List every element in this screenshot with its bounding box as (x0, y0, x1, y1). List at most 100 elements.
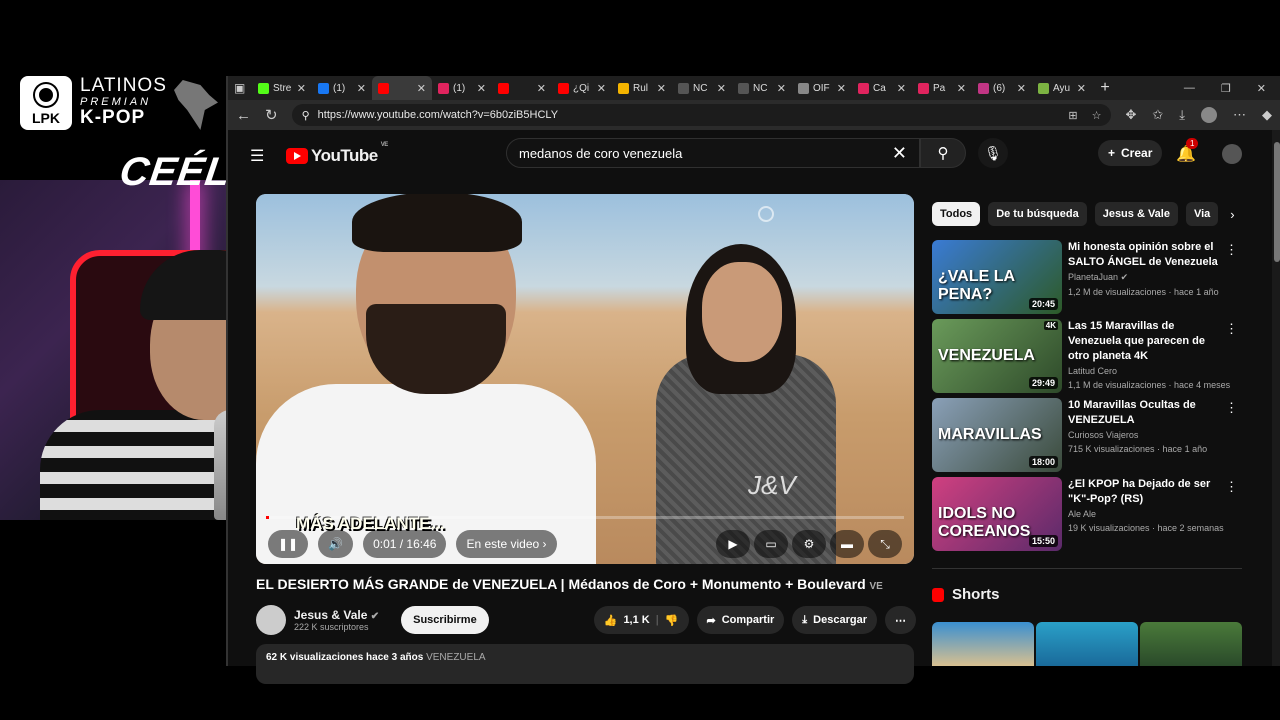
subscribe-button[interactable]: Suscribirme (401, 606, 489, 634)
back-icon[interactable]: ← (236, 107, 251, 124)
recommended-channel[interactable]: Curiosos Viajeros (1068, 430, 1228, 440)
recommended-video[interactable]: MARAVILLAS 18:00 10 Maravillas Ocultas de … (932, 398, 1242, 472)
browser-tab[interactable]: NC ✕ (732, 76, 792, 100)
youtube-logo[interactable]: YouTube VE (286, 142, 388, 166)
close-tab-icon[interactable]: ✕ (897, 82, 906, 95)
recommended-title[interactable]: 10 Maravillas Ocultas de VENEZUELA (1068, 398, 1228, 428)
close-tab-icon[interactable]: ✕ (537, 82, 546, 95)
download-button[interactable]: ⤓ Descargar (792, 606, 877, 634)
close-tab-icon[interactable]: ✕ (957, 82, 966, 95)
browser-tab[interactable]: ✕ (492, 76, 552, 100)
tab-actions-icon[interactable]: ▣ (234, 81, 252, 95)
hamburger-menu-icon[interactable]: ☰ (250, 146, 264, 166)
close-tab-icon[interactable]: ✕ (837, 82, 846, 95)
favorite-star-icon[interactable]: ☆ (1092, 109, 1102, 122)
site-info-icon[interactable]: ⚲ (302, 109, 310, 122)
recommended-title[interactable]: Mi honesta opinión sobre el SALTO ÁNGEL … (1068, 240, 1228, 270)
more-actions-button[interactable]: ⋯ (885, 606, 916, 634)
browser-tab[interactable]: ✕ (372, 76, 432, 100)
pause-button[interactable]: ❚❚ (268, 530, 309, 558)
create-button[interactable]: + Crear (1098, 140, 1163, 166)
short-thumbnail[interactable] (1140, 622, 1242, 666)
download-icon[interactable]: ⤓ (1179, 107, 1185, 123)
close-tab-icon[interactable]: ✕ (297, 82, 306, 95)
recommended-video[interactable]: VENEZUELA 4K 29:49 Las 15 Maravillas de Ven… (932, 319, 1242, 393)
extensions-icon[interactable]: ✥ (1125, 107, 1136, 123)
progress-bar[interactable] (266, 516, 904, 519)
browser-tab[interactable]: Ca ✕ (852, 76, 912, 100)
page-scrollbar[interactable] (1272, 130, 1280, 666)
close-tab-icon[interactable]: ✕ (1077, 82, 1086, 95)
browser-tab[interactable]: NC ✕ (672, 76, 732, 100)
filter-chip[interactable]: Todos (932, 202, 981, 226)
filter-chip[interactable]: Via (1185, 202, 1219, 226)
recommended-video[interactable]: IDOLS NO COREANOS 15:50 ¿El KPOP ha Dejado… (932, 477, 1242, 551)
more-options-icon[interactable]: ⋮ (1225, 242, 1238, 258)
close-tab-icon[interactable]: ✕ (597, 82, 606, 95)
notifications-button[interactable]: 🔔 1 (1176, 138, 1199, 164)
app-available-icon[interactable]: ⊞ (1068, 109, 1077, 122)
short-thumbnail[interactable] (1036, 622, 1138, 666)
close-tab-icon[interactable]: ✕ (777, 82, 786, 95)
close-tab-icon[interactable]: ✕ (417, 82, 426, 95)
recommended-channel[interactable]: Ale Ale (1068, 509, 1228, 519)
search-button[interactable]: ⚲ (920, 138, 966, 168)
like-button[interactable]: 👍 1,1 K | 👎 (593, 606, 689, 634)
filter-chip[interactable]: De tu búsqueda (988, 202, 1087, 226)
chapters-button[interactable]: En este video › (456, 530, 557, 558)
share-button[interactable]: ➦ Compartir (696, 606, 785, 634)
autoplay-toggle[interactable]: ▶ (716, 530, 750, 558)
profile-avatar[interactable] (1201, 107, 1217, 123)
favorites-icon[interactable]: ✩ (1152, 107, 1163, 123)
clear-search-icon[interactable]: ✕ (892, 143, 907, 164)
browser-tab[interactable]: Stre ✕ (252, 76, 312, 100)
settings-button[interactable]: ⚙ (792, 530, 826, 558)
more-options-icon[interactable]: ⋮ (1225, 321, 1238, 337)
recommended-title[interactable]: Las 15 Maravillas de Venezuela que parec… (1068, 319, 1228, 364)
video-thumbnail[interactable]: IDOLS NO COREANOS 15:50 (932, 477, 1062, 551)
voice-search-button[interactable]: 🎙 (978, 138, 1008, 168)
recommended-video[interactable]: ¿VALE LA PENA? 20:45 Mi honesta opinión so… (932, 240, 1242, 314)
description-box[interactable]: 62 K visualizaciones hace 3 años VENEZUE… (256, 644, 914, 684)
recommended-title[interactable]: ¿El KPOP ha Dejado de ser "K"-Pop? (RS) (1068, 477, 1228, 507)
close-tab-icon[interactable]: ✕ (717, 82, 726, 95)
filter-chip[interactable]: Jesus & Vale (1094, 202, 1178, 226)
close-tab-icon[interactable]: ✕ (357, 82, 366, 95)
recommended-channel[interactable]: PlanetaJuan ✔ (1068, 272, 1228, 283)
more-options-icon[interactable]: ⋮ (1225, 400, 1238, 416)
thumbs-down-icon[interactable]: 👎 (665, 614, 679, 627)
browser-tab[interactable]: OIF ✕ (792, 76, 852, 100)
close-window-icon[interactable]: ✕ (1257, 82, 1266, 95)
browser-tab[interactable]: Pa ✕ (912, 76, 972, 100)
short-thumbnail[interactable] (932, 622, 1034, 666)
fullscreen-button[interactable]: ⤡ (868, 530, 902, 558)
scrollbar-thumb[interactable] (1274, 142, 1280, 262)
restore-icon[interactable]: ❐ (1221, 82, 1231, 95)
minimize-icon[interactable]: — (1184, 82, 1195, 95)
browser-tab[interactable]: Ayu ✕ (1032, 76, 1092, 100)
browser-tab[interactable]: ¿Qi ✕ (552, 76, 612, 100)
recommended-channel[interactable]: Latitud Cero (1068, 366, 1228, 376)
search-input[interactable]: medanos de coro venezuela ✕ (506, 138, 920, 168)
user-avatar[interactable] (1222, 144, 1242, 164)
video-player[interactable]: J&V MÁS ADELANTE... ❚❚ 🔊 0:01 / 16:46 En… (256, 194, 914, 564)
chevron-right-icon[interactable]: › (1230, 207, 1234, 222)
hashtag[interactable]: VENEZUELA (426, 652, 485, 663)
reload-icon[interactable]: ↻ (265, 106, 278, 124)
theater-mode-button[interactable]: ▬ (830, 530, 864, 558)
info-icon[interactable] (758, 206, 774, 222)
video-thumbnail[interactable]: VENEZUELA 4K 29:49 (932, 319, 1062, 393)
browser-tab[interactable]: (6) ✕ (972, 76, 1032, 100)
close-tab-icon[interactable]: ✕ (1017, 82, 1026, 95)
browser-tab[interactable]: Rul ✕ (612, 76, 672, 100)
browser-tab[interactable]: (1) ✕ (432, 76, 492, 100)
subtitles-button[interactable]: ▭ (754, 530, 788, 558)
video-thumbnail[interactable]: MARAVILLAS 18:00 (932, 398, 1062, 472)
close-tab-icon[interactable]: ✕ (657, 82, 666, 95)
url-field[interactable]: ⚲ https://www.youtube.com/watch?v=6b0ziB… (291, 104, 1112, 126)
browser-tab[interactable]: (1) ✕ (312, 76, 372, 100)
close-tab-icon[interactable]: ✕ (477, 82, 486, 95)
new-tab-button[interactable]: + (1092, 79, 1118, 97)
more-options-icon[interactable]: ⋮ (1225, 479, 1238, 495)
copilot-icon[interactable]: ◆ (1262, 107, 1272, 123)
